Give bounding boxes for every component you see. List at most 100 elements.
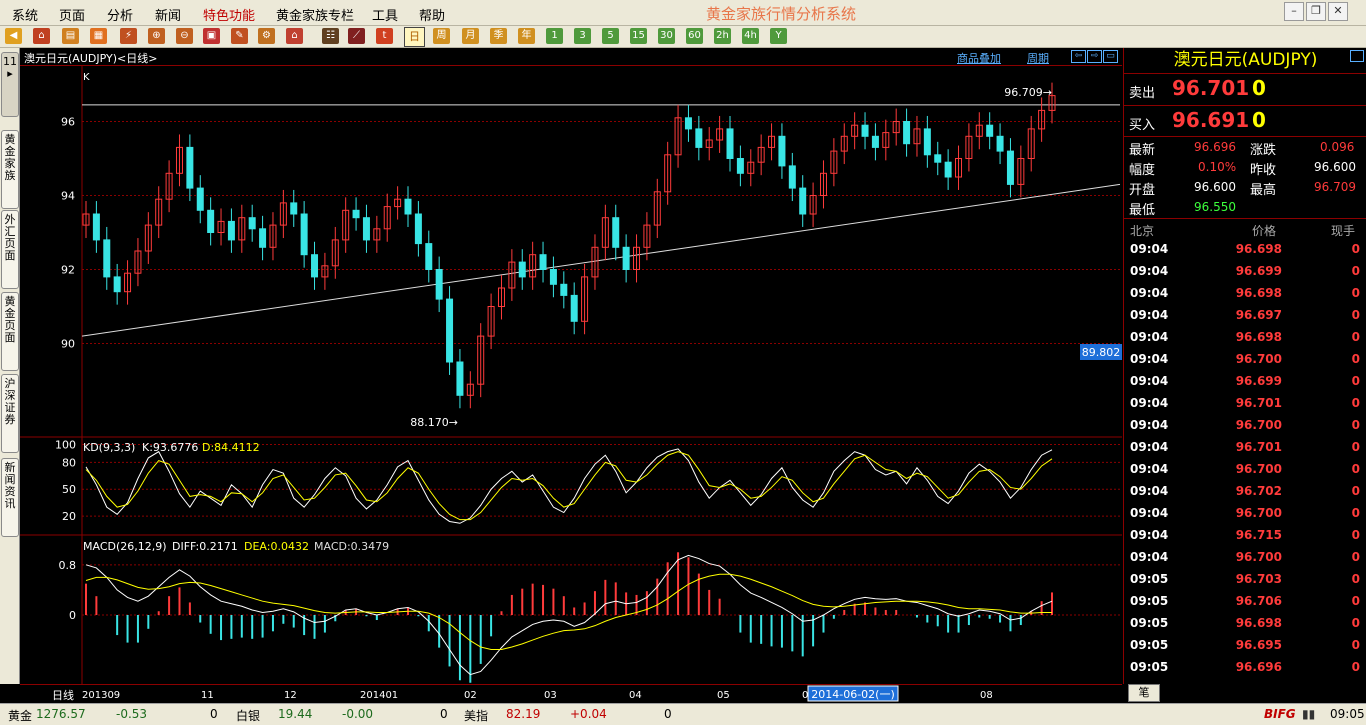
latest-value: 96.696 <box>1194 140 1236 154</box>
menu-news[interactable]: 新闻 <box>155 5 181 24</box>
divider <box>1124 136 1366 137</box>
period-month-button[interactable]: 月 <box>462 28 479 44</box>
indicator-icon[interactable]: ⚙ <box>258 28 275 44</box>
side-tab-gold[interactable]: 黄金页面 <box>1 292 19 371</box>
tick-price: 96.700 <box>1235 352 1282 366</box>
y-tick-label: 20 <box>62 510 76 523</box>
table-icon[interactable]: ☷ <box>322 28 339 44</box>
gold-change: -0.53 <box>116 707 148 721</box>
candle-body <box>186 146 194 189</box>
period-day-button[interactable]: 日 <box>404 27 425 47</box>
macd-diff-value: DIFF:0.2171 <box>172 540 238 553</box>
tick-row: 09:05 96.703 0 <box>1124 568 1366 590</box>
window-icon[interactable]: ▣ <box>203 28 220 44</box>
side-tab-forex[interactable]: 外汇页面 <box>1 210 19 289</box>
tick-price: 96.702 <box>1235 484 1282 498</box>
scroll-left-icon[interactable]: ⇦ <box>1071 50 1086 63</box>
period-quarter-button[interactable]: 季 <box>490 28 507 44</box>
quote-board-icon[interactable]: ▦ <box>90 28 107 44</box>
change-label: 涨跌 <box>1250 143 1277 158</box>
tick-time: 09:04 <box>1130 264 1169 278</box>
candle-body <box>404 198 412 215</box>
menu-analysis[interactable]: 分析 <box>107 5 133 24</box>
candle-body <box>612 217 620 248</box>
tick-icon[interactable]: t <box>376 28 393 44</box>
draw-pen-icon[interactable]: ✎ <box>231 28 248 44</box>
menu-system[interactable]: 系统 <box>12 5 38 24</box>
period-5m-button[interactable]: 5 <box>602 28 619 44</box>
period-week-button[interactable]: 周 <box>433 28 450 44</box>
chart-canvas[interactable]: 96 94 92 90 K 96.709→ 88.170→ 89.802 100 80 50 20 KD… <box>20 48 1122 684</box>
candle-body <box>362 217 370 241</box>
period-2h-button[interactable]: 2h <box>714 28 731 44</box>
candle-body <box>207 209 215 234</box>
menu-features[interactable]: 特色功能 <box>203 5 255 24</box>
period-year-button[interactable]: 年 <box>518 28 535 44</box>
open-value: 96.600 <box>1194 180 1236 194</box>
side-tab-collapse[interactable]: 11 ▸ <box>1 52 19 117</box>
kline-icon[interactable]: ⟋ <box>348 28 365 44</box>
home-icon[interactable]: ⌂ <box>33 28 50 44</box>
time-axis-canvas: 20130911122014010203040506082014-06-02(一… <box>82 685 993 702</box>
tick-price: 96.703 <box>1235 572 1282 586</box>
zoom-out-icon[interactable]: ⊖ <box>176 28 193 44</box>
tick-price: 96.715 <box>1235 528 1282 542</box>
menu-gold-column[interactable]: 黄金家族专栏 <box>276 5 354 24</box>
menu-help[interactable]: 帮助 <box>419 5 445 24</box>
chart-title: 澳元日元(AUDJPY)<日线> <box>24 52 158 65</box>
silver-count: 0 <box>440 707 448 721</box>
tick-row: 09:04 96.699 0 <box>1124 260 1366 282</box>
zoom-in-icon[interactable]: ⊕ <box>148 28 165 44</box>
candle-body <box>695 128 703 148</box>
side-tab-stocks[interactable]: 沪深证券 <box>1 374 19 453</box>
tick-volume: 0 <box>1351 374 1360 388</box>
tick-tab[interactable]: 笔 <box>1128 684 1160 702</box>
tick-row: 09:04 96.702 0 <box>1124 480 1366 502</box>
period-y-button[interactable]: Y <box>770 28 787 44</box>
period-4h-button[interactable]: 4h <box>742 28 759 44</box>
chart-area[interactable]: 96 94 92 90 K 96.709→ 88.170→ 89.802 100 80 50 20 KD… <box>20 48 1122 684</box>
back-arrow-icon[interactable]: ◀ <box>5 28 22 44</box>
menu-tools[interactable]: 工具 <box>372 5 398 24</box>
tick-time: 09:04 <box>1130 396 1169 410</box>
macd-macd-value: MACD:0.3479 <box>314 540 389 553</box>
tick-row: 09:04 96.700 0 <box>1124 546 1366 568</box>
tick-price: 96.700 <box>1235 462 1282 476</box>
restore-icon[interactable]: ❐ <box>1306 2 1326 21</box>
macd-label: MACD(26,12,9) <box>83 540 167 553</box>
tick-time: 09:04 <box>1130 440 1169 454</box>
tick-price: 96.701 <box>1235 396 1282 410</box>
tick-price: 96.698 <box>1235 286 1282 300</box>
chart-icon[interactable]: ⚡ <box>120 28 137 44</box>
panel-window-icon[interactable] <box>1350 50 1364 62</box>
maximize-chart-icon[interactable]: ▭ <box>1103 50 1118 63</box>
lock-icon[interactable]: ⌂ <box>286 28 303 44</box>
tick-time: 09:04 <box>1130 550 1169 564</box>
y-tick-label: 90 <box>61 338 75 351</box>
status-bar: 黄金 1276.57 -0.53 0 白银 19.44 -0.00 0 美指 8… <box>0 703 1366 725</box>
candle-body <box>861 124 869 137</box>
overlay-link[interactable]: 商品叠加 <box>957 50 1001 66</box>
scroll-right-icon[interactable]: ⇨ <box>1087 50 1102 63</box>
period-30m-button[interactable]: 30 <box>658 28 675 44</box>
tick-volume: 0 <box>1351 462 1360 476</box>
tick-price: 96.700 <box>1235 418 1282 432</box>
minimize-icon[interactable]: – <box>1284 2 1304 21</box>
period-3m-button[interactable]: 3 <box>574 28 591 44</box>
close-icon[interactable]: ✕ <box>1328 2 1348 21</box>
period-link[interactable]: 周期 <box>1027 50 1049 66</box>
candle-body <box>227 220 235 241</box>
period-60m-button[interactable]: 60 <box>686 28 703 44</box>
y-tick-label: 50 <box>62 483 76 496</box>
candle-body <box>622 246 630 271</box>
period-1m-button[interactable]: 1 <box>546 28 563 44</box>
notebook-icon[interactable]: ▤ <box>62 28 79 44</box>
side-tab-news[interactable]: 新闻资讯 <box>1 458 19 537</box>
tick-row: 09:04 96.699 0 <box>1124 370 1366 392</box>
candle-body <box>570 294 578 322</box>
menu-page[interactable]: 页面 <box>59 5 85 24</box>
tick-price: 96.700 <box>1235 550 1282 564</box>
tick-time: 09:04 <box>1130 462 1169 476</box>
period-15m-button[interactable]: 15 <box>630 28 647 44</box>
side-tab-gold-family[interactable]: 黄金家族 <box>1 130 19 209</box>
